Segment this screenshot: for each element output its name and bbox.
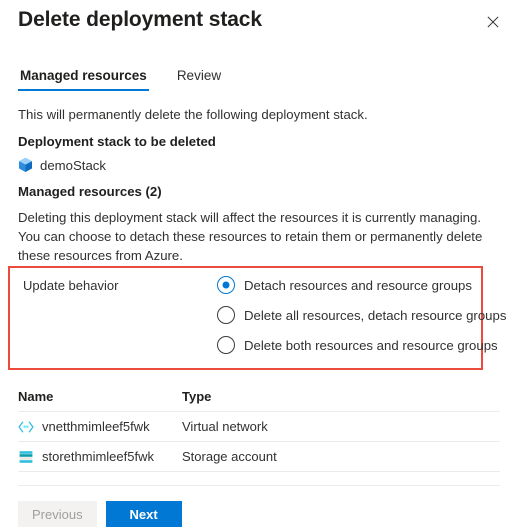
description-text: Deleting this deployment stack will affe…	[18, 210, 483, 263]
resource-type: Virtual network	[182, 419, 268, 434]
table-row[interactable]: storethmimleef5fwk Storage account	[18, 442, 500, 472]
managed-resources-table: Name Type vnetthmimleef5fwk Virtual netw…	[18, 382, 500, 472]
radio-unselected-icon	[217, 306, 235, 324]
radio-unselected-icon	[217, 336, 235, 354]
deployment-stack-row: demoStack	[18, 157, 106, 173]
table-header-row: Name Type	[18, 382, 500, 412]
dialog-header: Delete deployment stack	[0, 0, 517, 48]
close-icon[interactable]	[481, 10, 505, 34]
page-title: Delete deployment stack	[18, 8, 262, 31]
radio-option-label: Delete all resources, detach resource gr…	[244, 307, 507, 323]
stack-section-heading: Deployment stack to be deleted	[18, 134, 216, 149]
intro-text: This will permanently delete the followi…	[18, 107, 368, 122]
tab-review[interactable]: Review	[175, 68, 223, 91]
delete-deployment-stack-dialog: Delete deployment stack Managed resource…	[0, 0, 517, 531]
deployment-stack-name: demoStack	[40, 157, 106, 173]
previous-button[interactable]: Previous	[18, 501, 97, 527]
radio-delete-both-resources-and-resource-groups[interactable]: Delete both resources and resource group…	[217, 336, 506, 354]
tab-managed-resources[interactable]: Managed resources	[18, 68, 149, 91]
managed-resources-heading: Managed resources (2)	[18, 184, 162, 199]
column-header-name: Name	[18, 389, 54, 404]
cell-name: vnetthmimleef5fwk	[18, 419, 182, 434]
update-behavior-highlight-box: Update behavior Detach resources and res…	[8, 266, 506, 370]
next-button[interactable]: Next	[105, 501, 182, 527]
resource-name: storethmimleef5fwk	[42, 449, 154, 464]
radio-selected-icon	[217, 276, 235, 294]
resource-type: Storage account	[182, 449, 277, 464]
dialog-footer: Previous Next	[18, 501, 182, 527]
storage-account-icon	[18, 450, 34, 464]
virtual-network-icon	[18, 420, 34, 434]
radio-option-label: Delete both resources and resource group…	[244, 337, 498, 353]
radio-delete-all-resources-detach-resource-groups[interactable]: Delete all resources, detach resource gr…	[217, 306, 506, 324]
update-behavior-label: Update behavior	[23, 278, 119, 293]
radio-option-label: Detach resources and resource groups	[244, 277, 472, 293]
resource-name: vnetthmimleef5fwk	[42, 419, 150, 434]
table-row[interactable]: vnetthmimleef5fwk Virtual network	[18, 412, 500, 442]
radio-detach-resources-and-resource-groups[interactable]: Detach resources and resource groups	[217, 276, 506, 294]
update-behavior-radio-group: Detach resources and resource groups Del…	[217, 276, 506, 354]
tab-managed-resources-label: Managed resources	[20, 68, 147, 83]
deployment-stack-cube-icon	[18, 157, 33, 173]
tab-review-label: Review	[176, 68, 222, 83]
footer-divider	[18, 485, 500, 486]
tab-list: Managed resources Review	[18, 68, 223, 91]
column-header-type: Type	[182, 389, 212, 404]
cell-name: storethmimleef5fwk	[18, 449, 182, 464]
